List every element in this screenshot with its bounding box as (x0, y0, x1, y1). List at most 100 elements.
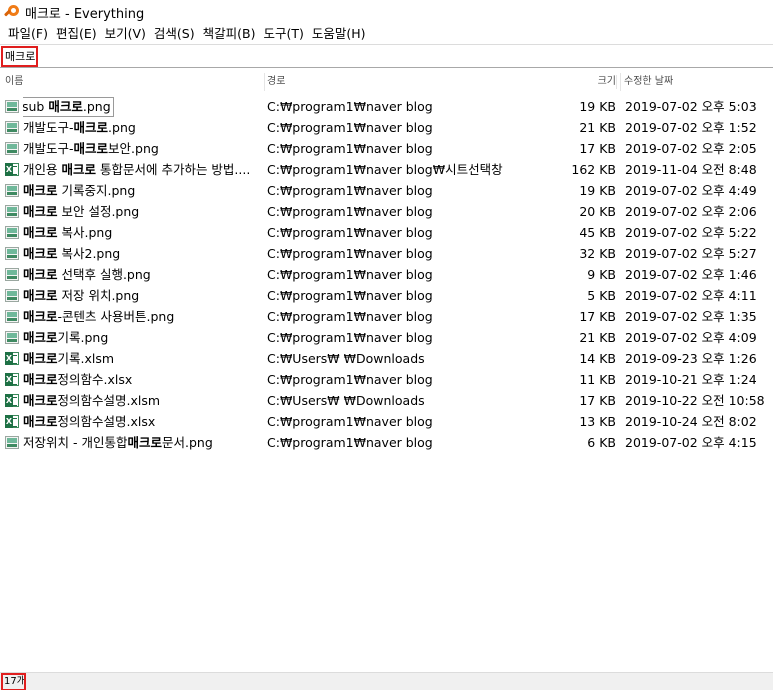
file-name-text: 개발도구-매크로보안.png (23, 141, 159, 156)
file-name-text: 매크로기록.png (23, 330, 108, 345)
column-size[interactable]: 크기 (528, 73, 616, 91)
menu-view[interactable]: 보기(V) (101, 24, 150, 44)
file-name: 매크로정의함수설명.xlsm (23, 390, 261, 411)
file-name: 매크로정의함수설명.xlsx (23, 411, 261, 432)
file-date-modified: 2019-07-02 오후 5:03 (625, 99, 757, 114)
file-date-modified: 2019-09-23 오후 1:26 (625, 351, 757, 366)
file-name: 매크로 저장 위치.png (23, 285, 261, 306)
file-row[interactable]: 매크로정의함수설명.xlsm C:₩Users₩ ₩Downloads 17 KB 2… (0, 390, 773, 411)
menu-edit[interactable]: 편집(E) (52, 24, 101, 44)
file-row[interactable]: 매크로기록.png C:₩program1₩naver blog 21 KB 2019… (0, 327, 773, 348)
file-name: 개발도구-매크로.png (23, 117, 261, 138)
file-name: 개인용 매크로 통합문서에 추가하는 방법.... (23, 159, 261, 180)
file-row[interactable]: 매크로 저장 위치.png C:₩program1₩naver blog 5 KB 2… (0, 285, 773, 306)
file-name-text: 매크로정의함수설명.xlsm (23, 393, 160, 408)
file-name-match: 매크로 (73, 141, 109, 156)
file-name-match: 매크로 (23, 414, 58, 429)
file-date-modified: 2019-07-02 오후 5:22 (625, 225, 757, 240)
file-name-match: 매크로 (73, 120, 109, 135)
file-date-modified: 2019-10-24 오전 8:02 (625, 414, 757, 429)
file-path: C:₩program1₩naver blog (267, 330, 433, 345)
search-input[interactable]: 매크로 (1, 46, 38, 67)
file-name: 매크로-콘텐츠 사용버튼.png (23, 306, 261, 327)
file-name-text: 매크로 복사2.png (23, 246, 120, 261)
file-icon-cell (5, 159, 21, 180)
file-row[interactable]: 매크로 선택후 실행.png C:₩program1₩naver blog 9 KB… (0, 264, 773, 285)
file-name-suffix: 보안.png (108, 141, 159, 156)
file-row[interactable]: 매크로정의함수설명.xlsx C:₩program1₩naver blog 13 K… (0, 411, 773, 432)
file-name-text: 개발도구-매크로.png (23, 120, 136, 135)
file-name-suffix: 문서.png (161, 435, 213, 450)
file-path: C:₩program1₩naver blog (267, 99, 433, 114)
excel-file-icon (5, 415, 19, 428)
file-name-suffix: .png (108, 120, 136, 135)
file-name-text: 매크로정의함수.xlsx (23, 372, 132, 387)
file-name-prefix: 개발도구- (23, 120, 74, 135)
file-name: 개발도구-매크로보안.png (23, 138, 261, 159)
menu-bookmarks[interactable]: 책갈피(B) (199, 24, 260, 44)
file-row[interactable]: 개발도구-매크로.png C:₩program1₩naver blog 21 KB 2… (0, 117, 773, 138)
file-name-match: 매크로 (23, 288, 58, 303)
file-row[interactable]: 매크로기록.xlsm C:₩Users₩ ₩Downloads 14 KB 2019-… (0, 348, 773, 369)
file-date-modified: 2019-07-02 오후 1:52 (625, 120, 757, 135)
file-row[interactable]: 매크로정의함수.xlsx C:₩program1₩naver blog 11 KB 2… (0, 369, 773, 390)
file-path: C:₩program1₩naver blog (267, 267, 433, 282)
file-name-text: 매크로 선택후 실행.png (23, 267, 151, 282)
file-row[interactable]: 매크로 기록중지.png C:₩program1₩naver blog 19 KB 2… (0, 180, 773, 201)
file-date-modified: 2019-07-02 오후 4:09 (625, 330, 757, 345)
image-file-icon (5, 226, 19, 239)
file-name: 매크로기록.xlsm (23, 348, 261, 369)
file-path: C:₩program1₩naver blog (267, 183, 433, 198)
file-name-match: 매크로 (23, 372, 58, 387)
menu-search[interactable]: 검색(S) (150, 24, 199, 44)
file-row[interactable]: 매크로 복사.png C:₩program1₩naver blog 45 KB 201… (0, 222, 773, 243)
image-file-icon (5, 142, 19, 155)
file-name-text: sub 매크로.png (23, 97, 114, 117)
column-path[interactable]: 경로 (264, 73, 285, 91)
file-path: C:₩program1₩naver blog (267, 141, 433, 156)
file-path: C:₩program1₩naver blog (267, 225, 433, 240)
file-size: 17 KB (579, 393, 616, 408)
file-name-prefix: 개발도구- (23, 141, 74, 156)
image-file-icon (5, 436, 19, 449)
excel-file-icon (5, 394, 19, 407)
file-row[interactable]: 개발도구-매크로보안.png C:₩program1₩naver blog 17 K… (0, 138, 773, 159)
file-row[interactable]: 매크로 복사2.png C:₩program1₩naver blog 32 KB 20… (0, 243, 773, 264)
file-row[interactable]: 매크로-콘텐츠 사용버튼.png C:₩program1₩naver blog 17… (0, 306, 773, 327)
magnifier-icon (3, 4, 20, 20)
file-size: 19 KB (579, 99, 616, 114)
file-date-modified: 2019-07-02 오후 1:46 (625, 267, 757, 282)
file-size: 6 KB (587, 435, 616, 450)
file-row[interactable]: 저장위치 - 개인통합매크로문서.png C:₩program1₩naver bl… (0, 432, 773, 453)
file-name-suffix: 복사2.png (57, 246, 121, 261)
file-date-modified: 2019-07-02 오후 4:11 (625, 288, 757, 303)
file-name-text: 개인용 매크로 통합문서에 추가하는 방법.... (23, 162, 250, 177)
file-row[interactable]: 개인용 매크로 통합문서에 추가하는 방법.... C:₩program1₩nav… (0, 159, 773, 180)
file-name-suffix: .png (82, 99, 111, 114)
window-title: 매크로 - Everything (25, 6, 145, 22)
column-name[interactable]: 이름 (5, 73, 23, 91)
file-path: C:₩program1₩naver blog (267, 414, 433, 429)
image-file-icon (5, 268, 19, 281)
column-date-modified[interactable]: 수정한 날짜 (620, 73, 673, 91)
file-icon-cell (5, 222, 21, 243)
menu-tools[interactable]: 도구(T) (259, 24, 307, 44)
file-icon-cell (5, 306, 21, 327)
file-row[interactable]: 매크로 보안 설정.png C:₩program1₩naver blog 20 KB… (0, 201, 773, 222)
file-name-text: 매크로 보안 설정.png (23, 204, 139, 219)
file-date-modified: 2019-11-04 오전 8:48 (625, 162, 757, 177)
file-date-modified: 2019-07-02 오후 5:27 (625, 246, 757, 261)
file-size: 5 KB (587, 288, 616, 303)
file-name-suffix: -콘텐츠 사용버튼.png (57, 309, 175, 324)
file-size: 32 KB (579, 246, 616, 261)
menu-file[interactable]: 파일(F) (4, 24, 52, 44)
file-row[interactable]: sub 매크로.png C:₩program1₩naver blog 19 KB 20… (0, 96, 773, 117)
file-name: 매크로정의함수.xlsx (23, 369, 261, 390)
file-size: 14 KB (579, 351, 616, 366)
file-name-prefix: 저장위치 - 개인통합 (23, 435, 128, 450)
excel-file-icon (5, 163, 19, 176)
file-name-match: 매크로 (23, 330, 58, 345)
menu-help[interactable]: 도움말(H) (308, 24, 370, 44)
file-path: C:₩program1₩naver blog (267, 372, 433, 387)
file-date-modified: 2019-07-02 오후 2:05 (625, 141, 757, 156)
